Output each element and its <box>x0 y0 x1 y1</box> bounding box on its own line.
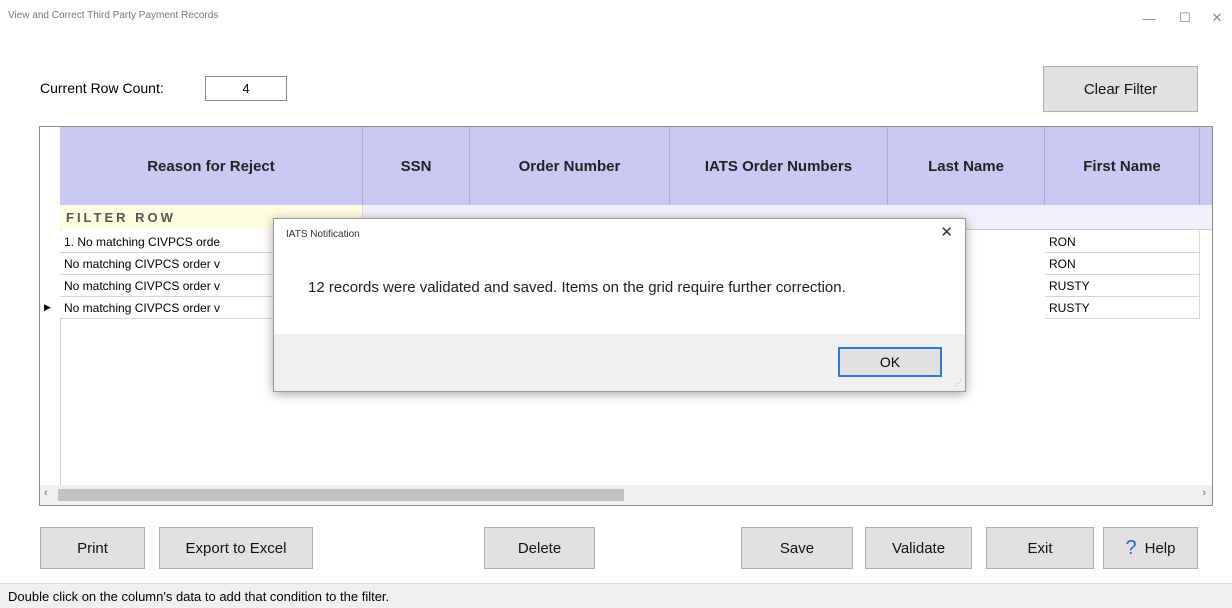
column-header-ssn[interactable]: SSN <box>363 127 470 205</box>
dialog-close-icon[interactable]: ✕ <box>940 223 953 241</box>
column-header-order-number[interactable]: Order Number <box>470 127 670 205</box>
dialog-title: IATS Notification <box>286 229 360 240</box>
table-cell-first-name[interactable]: RON <box>1045 231 1200 253</box>
row-header-column <box>40 127 61 505</box>
dialog-message: 12 records were validated and saved. Ite… <box>308 279 846 296</box>
column-header-reason[interactable]: Reason for Reject <box>60 127 363 205</box>
table-cell-first-name[interactable]: RUSTY <box>1045 297 1200 319</box>
column-header-last-name[interactable]: Last Name <box>888 127 1045 205</box>
help-button[interactable]: ? Help <box>1103 527 1198 569</box>
save-button[interactable]: Save <box>741 527 853 569</box>
column-header-iats-order-numbers[interactable]: IATS Order Numbers <box>670 127 888 205</box>
validate-button[interactable]: Validate <box>865 527 972 569</box>
table-cell-first-name[interactable]: RON <box>1045 253 1200 275</box>
row-count-label: Current Row Count: <box>40 80 164 96</box>
ok-button[interactable]: OK <box>838 347 942 377</box>
resize-grip-icon[interactable]: ⋰ <box>954 379 962 388</box>
scrollbar-thumb[interactable] <box>58 489 624 501</box>
help-icon: ? <box>1125 536 1137 559</box>
row-count-field: 4 <box>205 76 287 101</box>
export-to-excel-button[interactable]: Export to Excel <box>159 527 313 569</box>
title-bar: View and Correct Third Party Payment Rec… <box>0 0 1232 38</box>
table-cell-first-name[interactable]: RUSTY <box>1045 275 1200 297</box>
clear-filter-button[interactable]: Clear Filter <box>1043 66 1198 112</box>
maximize-icon[interactable]: ☐ <box>1170 6 1200 30</box>
delete-button[interactable]: Delete <box>484 527 595 569</box>
notification-dialog: IATS Notification ✕ 12 records were vali… <box>273 218 966 392</box>
help-button-label: Help <box>1144 539 1176 557</box>
scroll-left-icon[interactable]: ‹ <box>44 487 48 499</box>
scroll-right-icon[interactable]: › <box>1202 487 1206 499</box>
column-header-overflow <box>1200 127 1212 205</box>
window-title: View and Correct Third Party Payment Rec… <box>8 10 219 21</box>
exit-button[interactable]: Exit <box>986 527 1094 569</box>
dialog-footer: OK ⋰ <box>274 334 965 391</box>
column-header-first-name[interactable]: First Name <box>1045 127 1200 205</box>
close-icon[interactable]: ✕ <box>1202 6 1232 30</box>
current-row-icon: ▶ <box>44 302 51 312</box>
minimize-icon[interactable]: — <box>1134 6 1164 30</box>
status-bar: Double click on the column's data to add… <box>0 583 1232 608</box>
horizontal-scrollbar[interactable]: ‹ › <box>40 485 1212 505</box>
print-button[interactable]: Print <box>40 527 145 569</box>
